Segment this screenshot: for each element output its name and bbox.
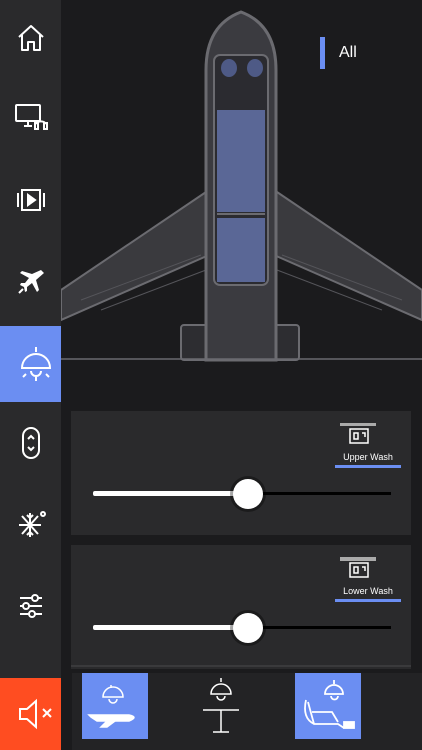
lower-wash-label-wrap: Lower Wash (333, 586, 403, 602)
slider-thumb[interactable] (233, 613, 263, 643)
upper-wash-card: Upper Wash (71, 411, 411, 535)
legend-swatch (320, 37, 325, 69)
lower-wash-icon-wrap (338, 555, 378, 588)
aircraft-diagram (61, 10, 422, 362)
nav-settings-button[interactable] (0, 573, 61, 639)
lower-wash-card: Lower Wash (71, 545, 411, 669)
legend-label: All (339, 44, 357, 61)
window-shade-icon (21, 427, 40, 459)
nav-home-button[interactable] (0, 5, 61, 71)
flight-icon (17, 270, 44, 294)
upper-wash-label: Upper Wash (343, 452, 393, 462)
snowflake-icon (18, 511, 46, 537)
zone-table-button[interactable] (188, 673, 254, 739)
divider (71, 665, 411, 667)
slider-fill (93, 491, 242, 496)
upper-wash-label-wrap: Upper Wash (333, 452, 403, 468)
nav-entertainment-button[interactable] (0, 84, 61, 150)
upper-wash-icon (340, 423, 376, 444)
sliders-icon (19, 594, 42, 618)
zone-legend[interactable]: All (320, 37, 357, 69)
upper-wash-slider[interactable] (93, 479, 391, 509)
lower-wash-slider[interactable] (93, 613, 391, 643)
lower-wash-label: Lower Wash (343, 586, 393, 596)
zone-selector (72, 673, 422, 750)
upper-wash-icon-wrap (338, 421, 378, 454)
zone-aircraft-button[interactable] (82, 673, 148, 739)
zone-seat-button[interactable] (295, 673, 361, 739)
nav-media-button[interactable] (0, 167, 61, 233)
upper-wash-underline (335, 465, 401, 468)
media-player-icon (16, 189, 45, 211)
slider-thumb[interactable] (233, 479, 263, 509)
monitor-headset-icon (14, 104, 48, 130)
speaker-mute-icon (19, 698, 52, 730)
nav-shade-button[interactable] (0, 410, 61, 476)
seat-light-icon (304, 680, 355, 729)
lower-wash-underline (335, 599, 401, 602)
ceiling-light-icon (20, 347, 51, 381)
slider-fill (93, 625, 242, 630)
aircraft-light-icon (87, 685, 135, 728)
nav-flight-button[interactable] (0, 248, 61, 314)
home-icon (17, 25, 44, 51)
nav-climate-button[interactable] (0, 492, 61, 558)
table-light-icon (203, 678, 239, 733)
lower-wash-icon (340, 557, 376, 578)
